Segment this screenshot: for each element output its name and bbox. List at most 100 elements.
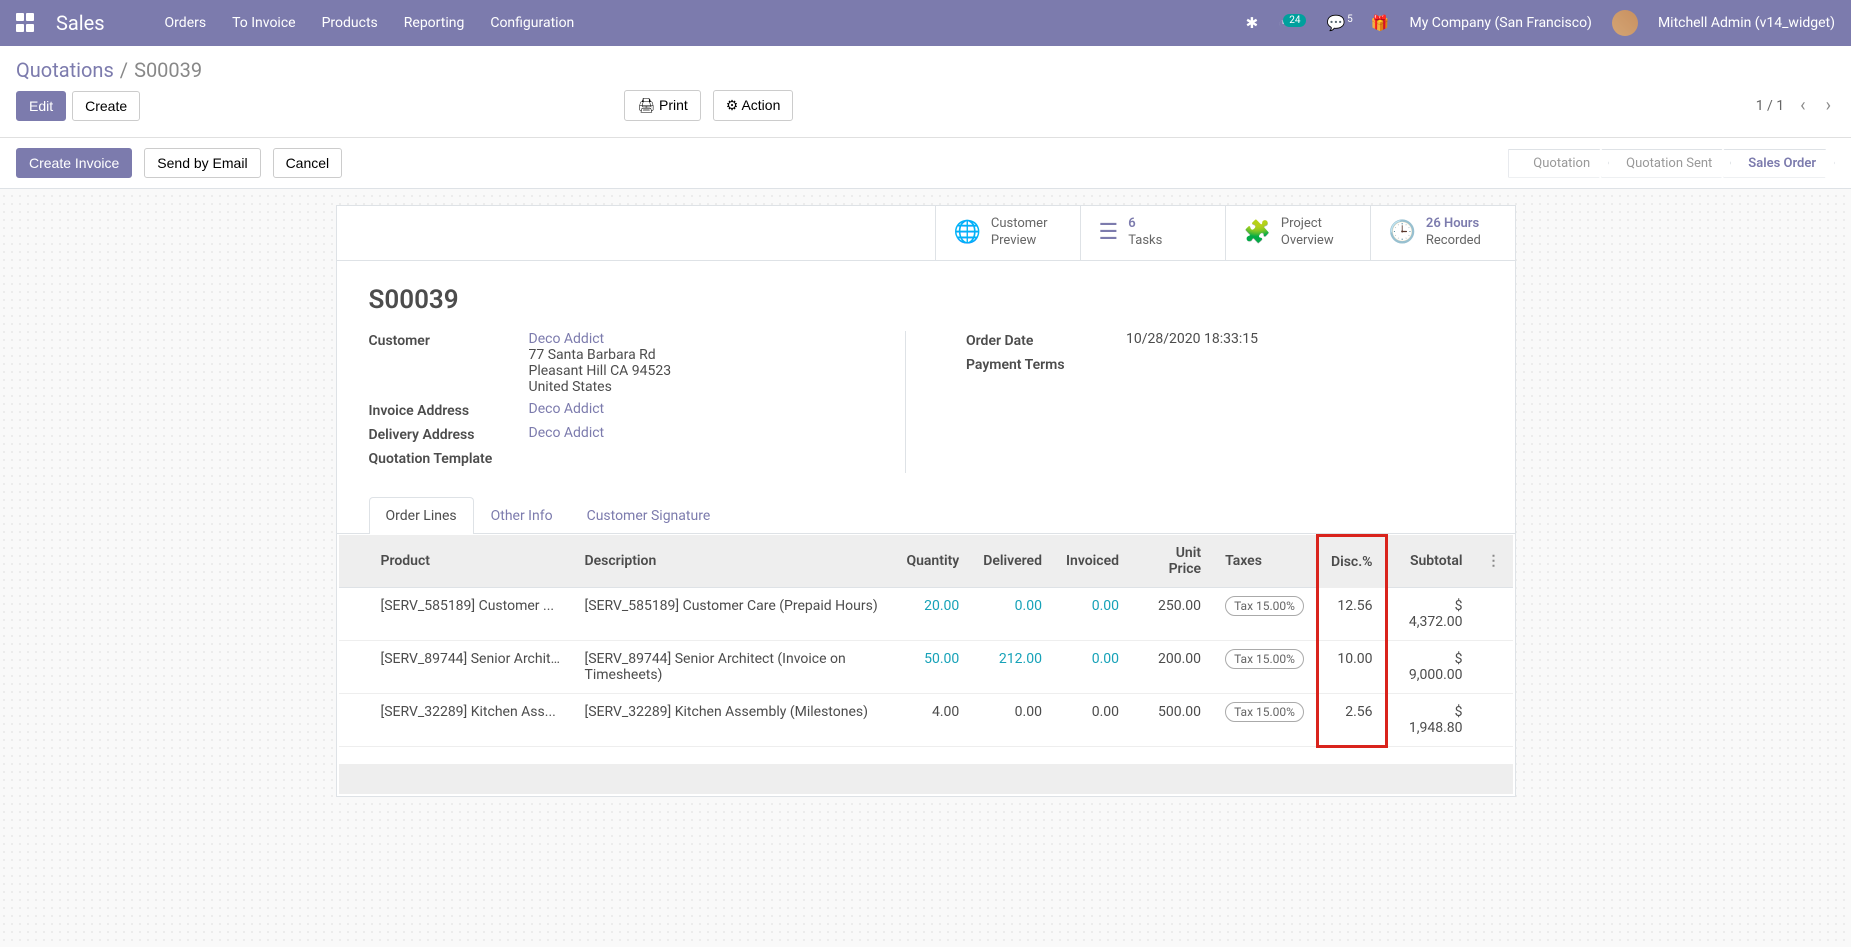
edit-button[interactable]: Edit [16,91,66,121]
cell-delivered: 212.00 [971,641,1054,694]
delivery-addr-link[interactable]: Deco Addict [529,425,605,441]
cell-disc: 10.00 [1317,641,1386,694]
breadcrumb-current: S00039 [134,58,202,82]
delivery-addr-label: Delivery Address [369,425,529,443]
col-disc[interactable]: Disc.% [1317,535,1386,588]
breadcrumb-parent[interactable]: Quotations [16,58,114,82]
top-navbar: Sales Orders To Invoice Products Reporti… [0,0,1851,46]
action-button[interactable]: ⚙ Action [713,90,794,121]
status-steps: Quotation Quotation Sent Sales Order [1508,149,1835,178]
status-bar: Create Invoice Send by Email Cancel Quot… [0,138,1851,189]
customer-link[interactable]: Deco Addict [529,331,605,347]
pager: 1 / 1 ‹ › [1756,95,1835,116]
step-quotation-sent[interactable]: Quotation Sent [1601,149,1731,178]
col-delivered[interactable]: Delivered [971,535,1054,588]
payment-terms-label: Payment Terms [966,355,1126,373]
cell-description: [SERV_32289] Kitchen Assembly (Milestone… [573,694,895,747]
breadcrumb: Quotations/S00039 [16,58,1835,82]
pager-prev[interactable]: ‹ [1796,95,1809,116]
clock-stat-icon: 🕒 [1389,220,1416,245]
col-description[interactable]: Description [573,535,895,588]
cell-invoiced: 0.00 [1054,588,1131,641]
col-quantity[interactable]: Quantity [894,535,971,588]
send-email-button[interactable]: Send by Email [144,148,260,178]
pager-next[interactable]: › [1822,95,1835,116]
col-taxes[interactable]: Taxes [1213,535,1317,588]
nav-orders[interactable]: Orders [165,15,207,31]
cell-delivered: 0.00 [971,588,1054,641]
table-menu-icon[interactable]: ⋮ [1487,553,1501,569]
globe-icon: 🌐 [954,220,981,245]
customer-addr2: Pleasant Hill CA 94523 [529,363,672,379]
tab-order-lines[interactable]: Order Lines [369,497,474,534]
cell-quantity: 4.00 [894,694,971,747]
nav-products[interactable]: Products [322,15,378,31]
cell-invoiced: 0.00 [1054,641,1131,694]
quote-tmpl-label: Quotation Template [369,449,529,467]
tab-customer-signature[interactable]: Customer Signature [570,497,728,534]
cell-product: [SERV_32289] Kitchen Ass... [369,694,573,747]
step-quotation[interactable]: Quotation [1508,149,1609,178]
print-button[interactable]: 🖨 Print [624,90,700,121]
form-view: 🌐 CustomerPreview ☰ 6Tasks 🧩 ProjectOver… [336,205,1516,797]
cell-unit-price: 250.00 [1131,588,1213,641]
tasks-icon: ☰ [1099,220,1119,245]
cell-taxes: Tax 15.00% [1213,694,1317,747]
step-sales-order[interactable]: Sales Order [1723,149,1835,178]
chat-badge: 5 [1347,14,1353,25]
pager-text: 1 / 1 [1756,98,1784,114]
table-row[interactable]: [SERV_89744] Senior Archit...[SERV_89744… [339,641,1513,694]
table-row[interactable]: [SERV_585189] Customer ...[SERV_585189] … [339,588,1513,641]
cell-taxes: Tax 15.00% [1213,641,1317,694]
cell-invoiced: 0.00 [1054,694,1131,747]
user-menu[interactable]: Mitchell Admin (v14_widget) [1658,15,1835,31]
cell-description: [SERV_89744] Senior Architect (Invoice o… [573,641,895,694]
puzzle-icon: 🧩 [1244,220,1271,245]
create-invoice-button[interactable]: Create Invoice [16,148,132,178]
customer-preview-button[interactable]: 🌐 CustomerPreview [935,206,1080,260]
cancel-button[interactable]: Cancel [273,148,343,178]
cell-description: [SERV_585189] Customer Care (Prepaid Hou… [573,588,895,641]
nav-reporting[interactable]: Reporting [404,15,465,31]
customer-label: Customer [369,331,529,349]
cell-disc: 12.56 [1317,588,1386,641]
col-invoiced[interactable]: Invoiced [1054,535,1131,588]
cell-taxes: Tax 15.00% [1213,588,1317,641]
cell-quantity: 50.00 [894,641,971,694]
gear-icon: ⚙ [726,97,742,113]
clock-badge: 24 [1283,14,1306,27]
table-row[interactable]: [SERV_32289] Kitchen Ass...[SERV_32289] … [339,694,1513,747]
app-brand[interactable]: Sales [56,11,105,35]
order-date-label: Order Date [966,331,1126,349]
cell-product: [SERV_585189] Customer ... [369,588,573,641]
clock-icon[interactable]: ◔24 [1278,14,1306,32]
customer-addr3: United States [529,379,612,395]
col-unit-price[interactable]: Unit Price [1131,535,1213,588]
nav-menu: Orders To Invoice Products Reporting Con… [165,15,575,31]
bug-icon[interactable]: ✱ [1246,14,1259,32]
tab-other-info[interactable]: Other Info [474,497,570,534]
tasks-button[interactable]: ☰ 6Tasks [1080,206,1225,260]
nav-configuration[interactable]: Configuration [490,15,574,31]
chat-icon[interactable]: 💬5 [1326,14,1350,32]
gift-icon[interactable]: 🎁 [1371,14,1390,32]
order-date-value: 10/28/2020 18:33:15 [1126,331,1483,347]
hours-recorded-button[interactable]: 🕒 26 HoursRecorded [1370,206,1515,260]
cell-subtotal: $ 1,948.80 [1386,694,1474,747]
print-icon: 🖨 [637,97,659,113]
col-subtotal[interactable]: Subtotal [1386,535,1474,588]
invoice-addr-link[interactable]: Deco Addict [529,401,605,417]
project-overview-button[interactable]: 🧩 ProjectOverview [1225,206,1370,260]
notebook-tabs: Order Lines Other Info Customer Signatur… [337,497,1515,534]
col-product[interactable]: Product [369,535,573,588]
company-selector[interactable]: My Company (San Francisco) [1409,15,1591,31]
create-button[interactable]: Create [72,91,140,121]
cell-unit-price: 500.00 [1131,694,1213,747]
nav-to-invoice[interactable]: To Invoice [232,15,296,31]
invoice-addr-label: Invoice Address [369,401,529,419]
cell-disc: 2.56 [1317,694,1386,747]
apps-icon[interactable] [16,13,36,33]
cell-subtotal: $ 4,372.00 [1386,588,1474,641]
customer-addr1: 77 Santa Barbara Rd [529,347,656,363]
user-avatar[interactable] [1612,10,1638,36]
